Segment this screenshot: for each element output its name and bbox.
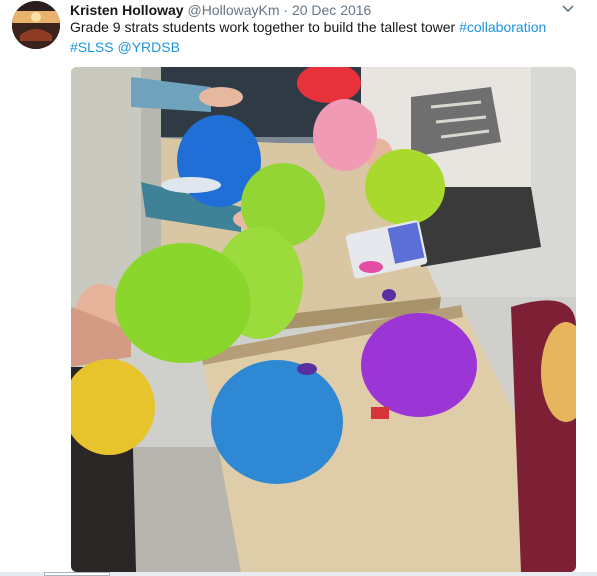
tweet-text: Grade 9 strats students work together to… [70, 17, 570, 57]
tweet-date[interactable]: 20 Dec 2016 [292, 2, 371, 18]
chevron-down-icon[interactable] [561, 2, 575, 16]
author-name[interactable]: Kristen Holloway [70, 2, 184, 18]
tweet-photo[interactable] [71, 67, 576, 572]
avatar-image [12, 1, 60, 49]
balloon-photo [71, 67, 576, 572]
author-handle[interactable]: @HollowayKm [187, 2, 279, 18]
separator-dot: · [283, 2, 289, 18]
horizontal-scrollbar[interactable] [44, 572, 110, 576]
tweet-body: Grade 9 strats students work together to… [70, 19, 456, 35]
hashtag-link[interactable]: #SLSS [70, 39, 114, 55]
hashtag-link[interactable]: #collaboration [459, 19, 546, 35]
avatar[interactable] [12, 1, 60, 49]
mention-link[interactable]: @YRDSB [117, 39, 179, 55]
